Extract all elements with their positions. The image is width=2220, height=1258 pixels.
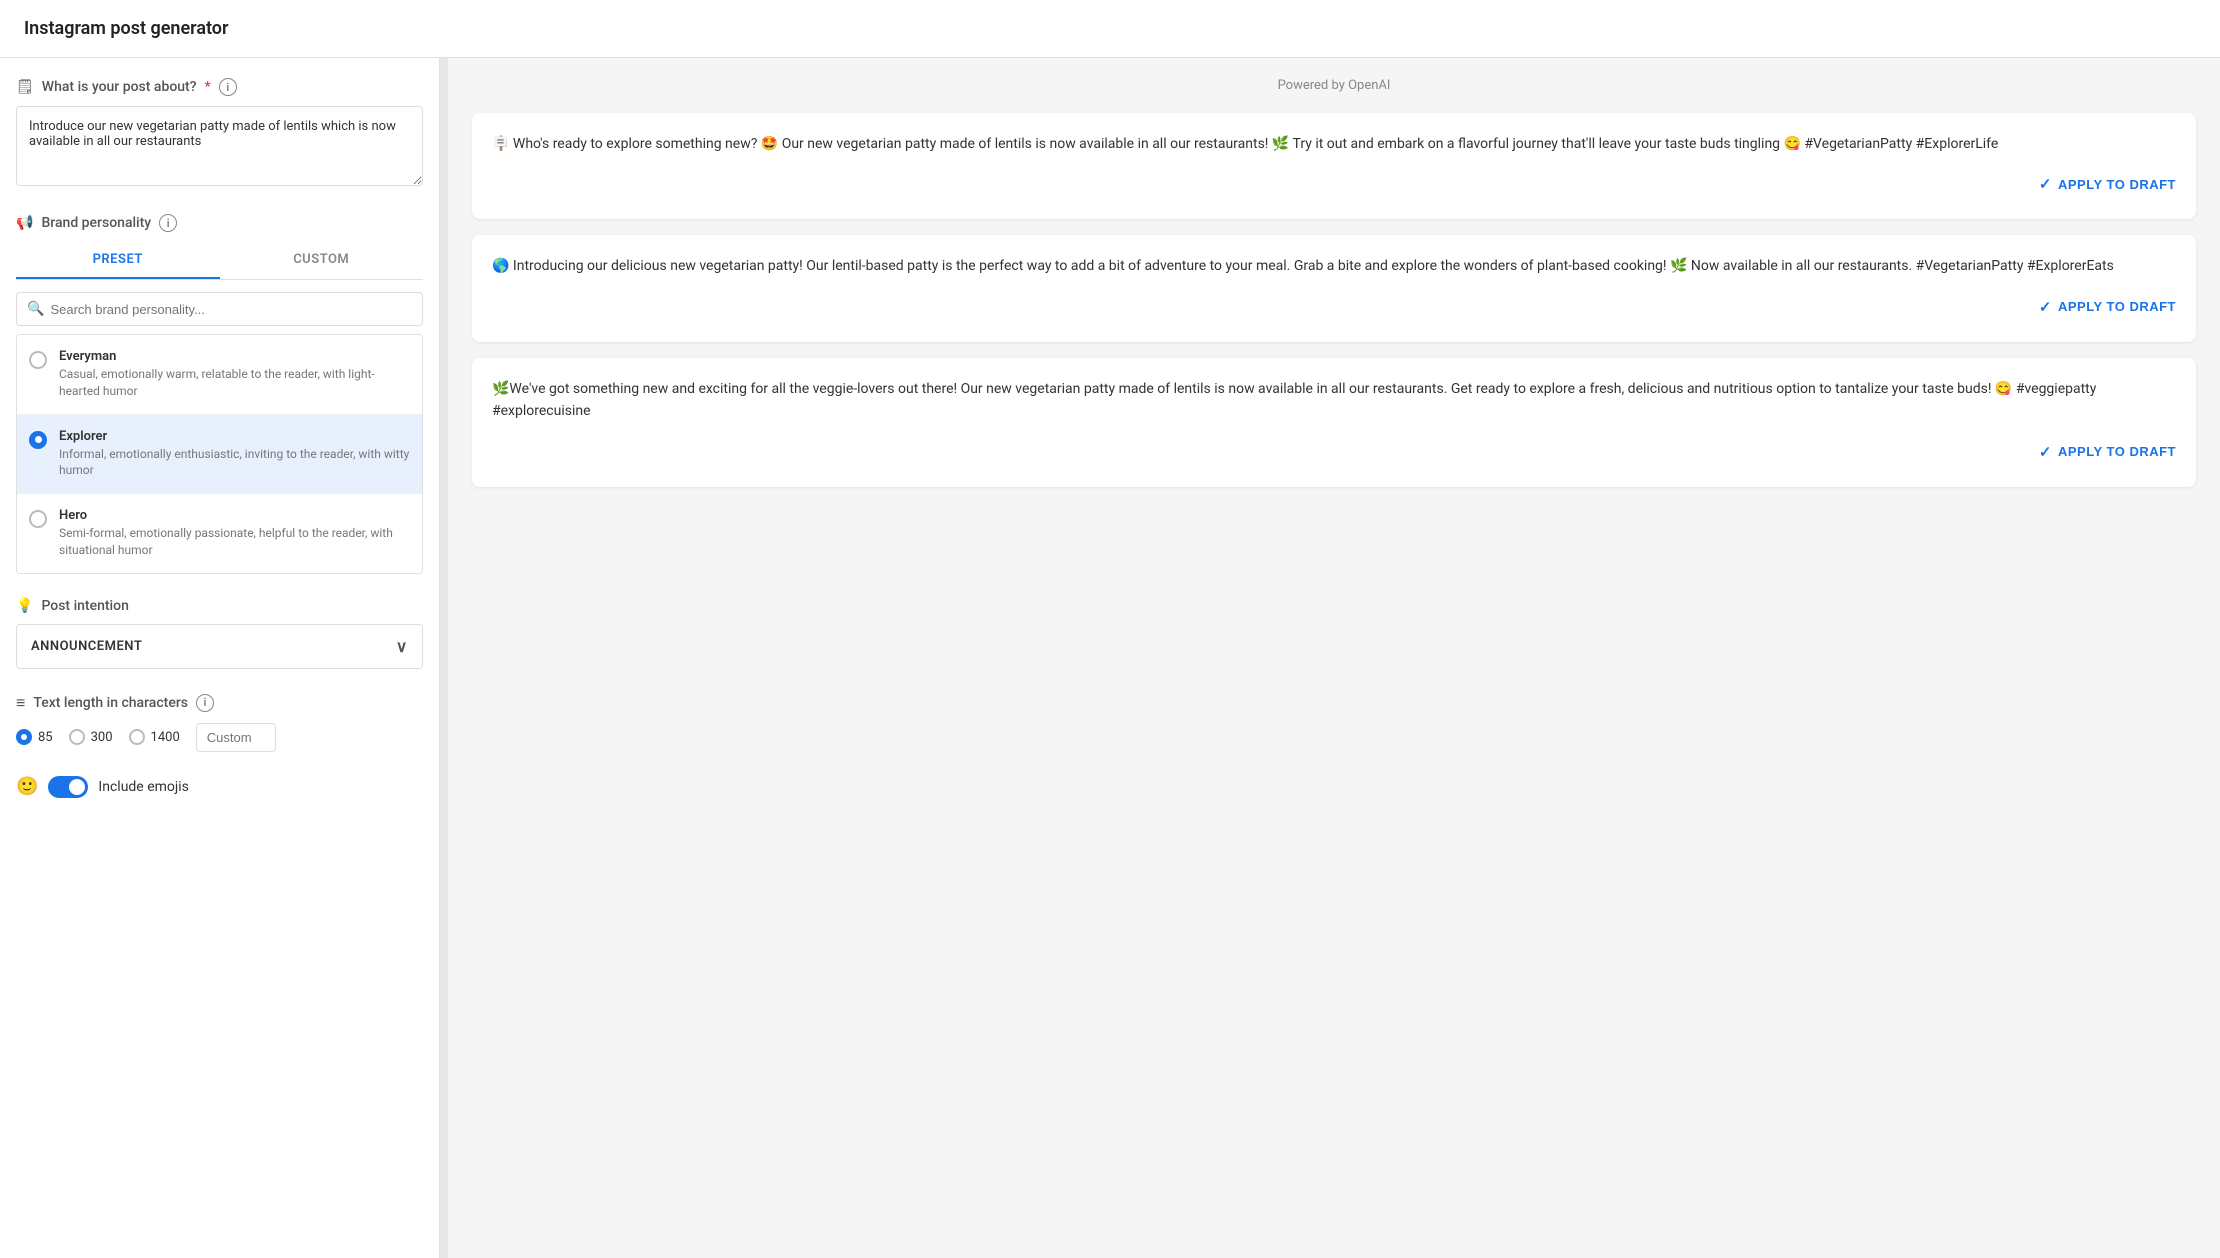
- lines-icon: ≡: [16, 693, 25, 713]
- result-card-1: 🪧 Who's ready to explore something new? …: [472, 113, 2196, 219]
- apply-to-draft-button-2[interactable]: ✓ APPLY TO DRAFT: [2039, 292, 2176, 322]
- brand-personality-label: 📢 Brand personality i: [16, 214, 423, 232]
- app-title: Instagram post generator: [24, 18, 228, 39]
- check-icon-2: ✓: [2039, 298, 2052, 316]
- personality-item-everyman[interactable]: Everyman Casual, emotionally warm, relat…: [17, 335, 422, 415]
- text-length-info-icon[interactable]: i: [196, 694, 214, 712]
- left-panel: 🗒 What is your post about? * i Introduce…: [0, 58, 440, 1258]
- result-text-2: 🌎 Introducing our delicious new vegetari…: [492, 255, 2176, 277]
- post-intention-value: ANNOUNCEMENT: [31, 639, 142, 654]
- text-length-label: ≡ Text length in characters i: [16, 693, 423, 713]
- personality-list: Everyman Casual, emotionally warm, relat…: [16, 334, 423, 574]
- app-header: Instagram post generator: [0, 0, 2220, 58]
- emojis-toggle-label: Include emojis: [98, 779, 188, 795]
- explorer-name: Explorer: [59, 429, 410, 444]
- hero-radio[interactable]: [29, 510, 47, 528]
- post-intention-section: 💡 Post intention ANNOUNCEMENT ∨: [16, 598, 423, 669]
- apply-btn-1: ✓ APPLY TO DRAFT: [492, 169, 2176, 199]
- brand-personality-tabs: PRESET CUSTOM: [16, 242, 423, 280]
- hero-name: Hero: [59, 508, 410, 523]
- post-intention-label: 💡 Post intention: [16, 598, 423, 614]
- tab-custom[interactable]: CUSTOM: [220, 242, 424, 279]
- toggle-knob: [69, 779, 85, 795]
- length-option-85[interactable]: 85: [16, 729, 53, 745]
- text-length-options: 85 300 1400: [16, 723, 423, 752]
- length-option-1400[interactable]: 1400: [129, 729, 180, 745]
- apply-btn-2: ✓ APPLY TO DRAFT: [492, 292, 2176, 322]
- check-icon-3: ✓: [2039, 443, 2052, 461]
- hero-desc: Semi-formal, emotionally passionate, hel…: [59, 525, 410, 559]
- panel-divider: [440, 58, 448, 1258]
- emojis-toggle[interactable]: [48, 776, 88, 798]
- emoji-face-icon: 🙂: [16, 776, 38, 797]
- length-option-300[interactable]: 300: [69, 729, 113, 745]
- text-length-custom-input[interactable]: [196, 723, 276, 752]
- personality-item-hero[interactable]: Hero Semi-formal, emotionally passionate…: [17, 494, 422, 573]
- length-radio-85[interactable]: [16, 729, 32, 745]
- length-radio-300[interactable]: [69, 729, 85, 745]
- text-length-section: ≡ Text length in characters i 85 300: [16, 693, 423, 752]
- apply-label-2: APPLY TO DRAFT: [2058, 299, 2176, 314]
- tab-preset[interactable]: PRESET: [16, 242, 220, 279]
- document-icon: 🗒: [16, 79, 34, 95]
- result-card-3: 🌿We've got something new and exciting fo…: [472, 358, 2196, 487]
- length-label-1400: 1400: [151, 730, 180, 745]
- personality-item-explorer[interactable]: Explorer Informal, emotionally enthusias…: [17, 415, 422, 495]
- right-panel: Powered by OpenAI 🪧 Who's ready to explo…: [448, 58, 2220, 1258]
- length-label-300: 300: [91, 730, 113, 745]
- include-emojis-row: 🙂 Include emojis: [16, 776, 423, 798]
- personality-search-box: 🔍: [16, 292, 423, 326]
- chevron-down-icon: ∨: [396, 637, 408, 656]
- brand-personality-section: 📢 Brand personality i PRESET CUSTOM 🔍: [16, 214, 423, 574]
- length-radio-1400[interactable]: [129, 729, 145, 745]
- result-card-2: 🌎 Introducing our delicious new vegetari…: [472, 235, 2196, 341]
- post-about-label: 🗒 What is your post about? * i: [16, 78, 423, 96]
- post-about-textarea[interactable]: Introduce our new vegetarian patty made …: [16, 106, 423, 186]
- post-about-section: 🗒 What is your post about? * i Introduce…: [16, 78, 423, 190]
- apply-to-draft-button-1[interactable]: ✓ APPLY TO DRAFT: [2039, 169, 2176, 199]
- megaphone-icon: 📢: [16, 215, 33, 231]
- include-emojis-section: 🙂 Include emojis: [16, 776, 423, 798]
- everyman-name: Everyman: [59, 349, 410, 364]
- search-icon: 🔍: [27, 301, 44, 317]
- post-intention-dropdown[interactable]: ANNOUNCEMENT ∨: [16, 624, 423, 669]
- apply-label-1: APPLY TO DRAFT: [2058, 177, 2176, 192]
- result-text-3: 🌿We've got something new and exciting fo…: [492, 378, 2176, 423]
- apply-btn-3: ✓ APPLY TO DRAFT: [492, 437, 2176, 467]
- explorer-desc: Informal, emotionally enthusiastic, invi…: [59, 446, 410, 480]
- bulb-icon: 💡: [16, 598, 33, 614]
- personality-search-input[interactable]: [50, 302, 412, 317]
- post-about-info-icon[interactable]: i: [219, 78, 237, 96]
- required-marker: *: [205, 79, 211, 95]
- everyman-desc: Casual, emotionally warm, relatable to t…: [59, 366, 410, 400]
- check-icon-1: ✓: [2039, 175, 2052, 193]
- apply-label-3: APPLY TO DRAFT: [2058, 444, 2176, 459]
- brand-personality-info-icon[interactable]: i: [159, 214, 177, 232]
- length-label-85: 85: [38, 730, 53, 745]
- explorer-radio[interactable]: [29, 431, 47, 449]
- everyman-radio[interactable]: [29, 351, 47, 369]
- apply-to-draft-button-3[interactable]: ✓ APPLY TO DRAFT: [2039, 437, 2176, 467]
- result-text-1: 🪧 Who's ready to explore something new? …: [492, 133, 2176, 155]
- powered-by-label: Powered by OpenAI: [472, 78, 2196, 93]
